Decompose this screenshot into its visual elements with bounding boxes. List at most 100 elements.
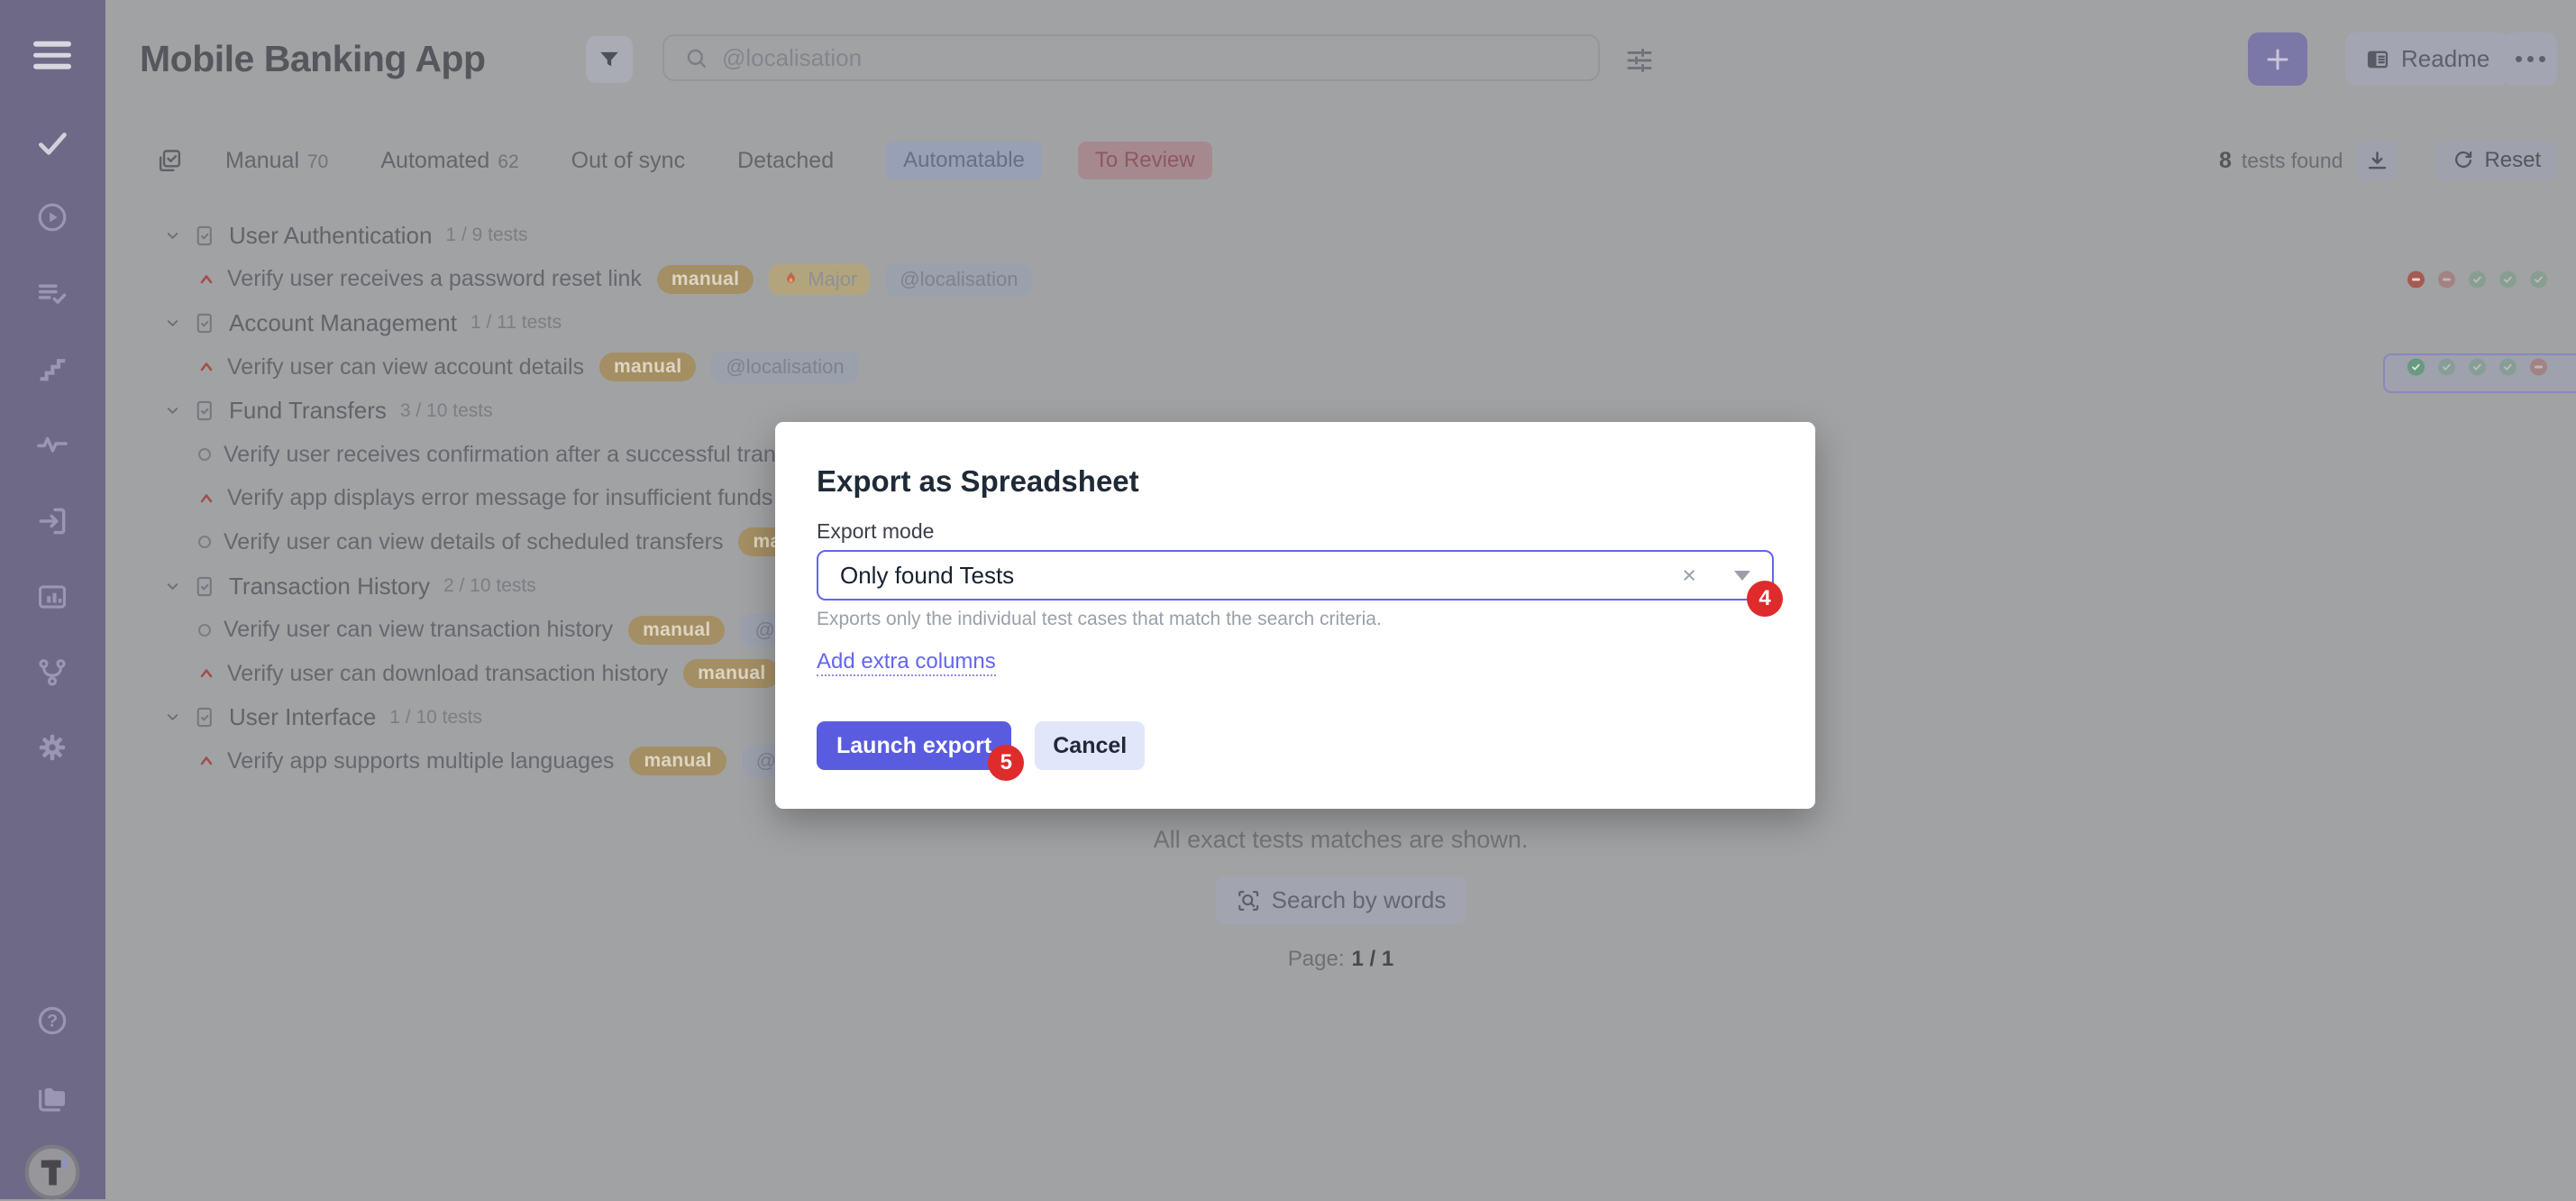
batch-select-icon[interactable]: [156, 147, 184, 175]
list-check-icon: [35, 277, 69, 311]
filter-automatable[interactable]: Automatable: [886, 142, 1042, 179]
chevron-down-icon[interactable]: [164, 709, 181, 726]
test-name[interactable]: Verify user can view account details: [227, 354, 584, 380]
suite-row[interactable]: User Authentication 1 / 9 tests: [164, 214, 2547, 258]
sliders-icon: [1624, 45, 1655, 76]
cancel-button[interactable]: Cancel: [1035, 721, 1145, 770]
test-name[interactable]: Verify app displays error message for in…: [227, 485, 772, 511]
more-options-button[interactable]: [2503, 32, 2557, 86]
run-history-dots: [2407, 359, 2547, 376]
priority-high-icon: [197, 665, 215, 683]
search-scan-icon: [1236, 888, 1261, 913]
manual-badge[interactable]: manual: [599, 353, 696, 381]
gear-icon: [35, 730, 69, 765]
chevron-down-icon[interactable]: [164, 315, 181, 332]
suite-doc-icon: [192, 224, 216, 248]
suite-name[interactable]: Account Management: [229, 309, 457, 337]
suite-name[interactable]: User Authentication: [229, 222, 432, 250]
search-value: @localisation: [722, 44, 862, 72]
chevron-down-icon[interactable]: [164, 578, 181, 595]
priority-normal-icon: [197, 535, 212, 549]
avatar-logo-icon: [23, 1143, 81, 1201]
sidebar-item-plans[interactable]: [35, 277, 69, 311]
svg-text:?: ?: [47, 1012, 58, 1031]
test-name[interactable]: Verify user can view transaction history: [224, 617, 613, 643]
readme-button[interactable]: Readme: [2345, 32, 2509, 86]
tag-chip[interactable]: @localisation: [711, 351, 858, 383]
pagination: Page:1 / 1: [105, 947, 2576, 972]
run-dot-passed[interactable]: [2407, 359, 2425, 376]
account-avatar[interactable]: [23, 1143, 81, 1201]
manual-badge[interactable]: manual: [628, 616, 725, 645]
launch-export-button[interactable]: Launch export 5: [817, 721, 1011, 770]
tests-found-label: tests found: [2242, 149, 2343, 173]
test-name[interactable]: Verify app supports multiple languages: [227, 748, 614, 775]
run-dot-failed[interactable]: [2438, 270, 2455, 288]
filter-manual[interactable]: Manual 70: [225, 148, 328, 174]
download-button[interactable]: [2356, 141, 2398, 180]
download-icon: [2365, 149, 2389, 173]
run-dot-failed[interactable]: [2530, 359, 2547, 376]
sidebar-item-runs[interactable]: [35, 200, 69, 234]
run-dot-passed[interactable]: [2499, 270, 2517, 288]
filter-row: Manual 70 Automated 62 Out of sync Detac…: [156, 140, 1212, 181]
suite-doc-icon: [192, 705, 216, 729]
sidebar-item-projects[interactable]: [34, 1078, 70, 1114]
sidebar-item-help[interactable]: ?: [35, 1004, 69, 1038]
sidebar-item-analytics[interactable]: [35, 580, 69, 614]
test-name[interactable]: Verify user can download transaction his…: [227, 661, 668, 687]
test-name[interactable]: Verify user receives confirmation after …: [224, 442, 813, 468]
suite-name[interactable]: Fund Transfers: [229, 397, 387, 425]
results-toolbar: 8 tests found Reset: [2219, 140, 2557, 181]
sidebar-item-tests[interactable]: [35, 126, 69, 160]
sidebar-item-steps[interactable]: [35, 353, 69, 387]
test-name[interactable]: Verify user can view details of schedule…: [224, 529, 723, 555]
suite-doc-icon: [192, 574, 216, 599]
dropdown-caret-icon[interactable]: [1734, 571, 1750, 581]
test-name[interactable]: Verify user receives a password reset li…: [227, 266, 642, 292]
test-row[interactable]: Verify user receives a password reset li…: [164, 258, 2547, 302]
priority-high-icon: [197, 270, 215, 289]
run-dot-passed[interactable]: [2530, 270, 2547, 288]
severity-badge[interactable]: Major: [769, 264, 870, 295]
test-row[interactable]: Verify user can view account details man…: [164, 345, 2547, 390]
suite-name[interactable]: User Interface: [229, 703, 376, 731]
run-dot-passed[interactable]: [2499, 359, 2517, 376]
reset-button[interactable]: Reset: [2435, 141, 2557, 180]
run-dot-failed[interactable]: [2407, 270, 2425, 288]
run-dot-passed[interactable]: [2469, 359, 2486, 376]
filter-to-review[interactable]: To Review: [1078, 142, 1212, 179]
add-extra-columns-link[interactable]: Add extra columns: [817, 649, 996, 676]
run-dot-passed[interactable]: [2469, 270, 2486, 288]
suite-name[interactable]: Transaction History: [229, 573, 430, 600]
filter-detached[interactable]: Detached: [737, 148, 834, 174]
export-mode-select[interactable]: Only found Tests × 4: [817, 550, 1774, 600]
suite-row[interactable]: Account Management 1 / 11 tests: [164, 301, 2547, 345]
sidebar-item-branches[interactable]: [35, 656, 69, 690]
menu-hamburger-icon[interactable]: [33, 41, 71, 69]
sidebar-item-import[interactable]: [35, 504, 69, 538]
priority-high-icon: [197, 358, 215, 376]
manual-badge[interactable]: manual: [629, 747, 726, 775]
filter-automated[interactable]: Automated 62: [380, 148, 518, 174]
manual-badge[interactable]: manual: [657, 265, 754, 294]
chevron-down-icon[interactable]: [164, 402, 181, 419]
plus-icon: [2264, 46, 2291, 73]
search-by-words-button[interactable]: Search by words: [1216, 876, 1466, 924]
tag-chip[interactable]: @localisation: [885, 263, 1032, 296]
chevron-down-icon[interactable]: [164, 227, 181, 244]
run-dot-passed[interactable]: [2438, 359, 2455, 376]
priority-normal-icon: [197, 623, 212, 637]
manual-badge[interactable]: manual: [683, 659, 780, 688]
sidebar-item-settings[interactable]: [35, 730, 69, 765]
search-settings-button[interactable]: [1624, 45, 1655, 76]
priority-high-icon: [197, 490, 215, 508]
filter-out-of-sync[interactable]: Out of sync: [571, 148, 685, 174]
clear-icon[interactable]: ×: [1682, 564, 1696, 588]
sidebar-item-activity[interactable]: [35, 426, 69, 461]
sign-in-icon: [35, 504, 69, 538]
search-input[interactable]: @localisation: [662, 34, 1600, 81]
filter-button[interactable]: [586, 36, 633, 83]
add-button[interactable]: [2248, 32, 2307, 86]
export-mode-label: Export mode: [817, 519, 1774, 543]
